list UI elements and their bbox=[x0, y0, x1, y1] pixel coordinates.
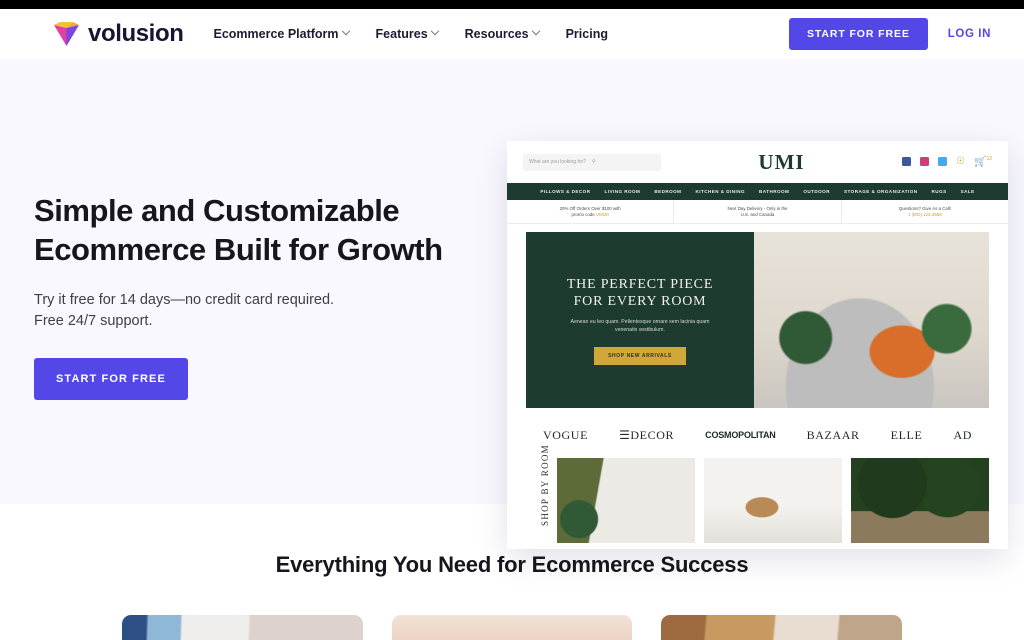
store-nav-item-bedroom[interactable]: BEDROOM bbox=[654, 189, 681, 194]
store-nav-item-pillows-decor[interactable]: PILLOWS & DECOR bbox=[540, 189, 590, 194]
hero-title-line-2: Ecommerce Built for Growth bbox=[34, 232, 443, 267]
hero-subtitle: Try it free for 14 days—no credit card r… bbox=[34, 290, 474, 332]
nav-item-resources[interactable]: Resources bbox=[464, 26, 540, 41]
room-card-1[interactable] bbox=[557, 458, 695, 543]
header-actions: START FOR FREE LOG IN bbox=[788, 18, 991, 50]
store-nav-item-bathroom[interactable]: BATHROOM bbox=[759, 189, 789, 194]
promo-support: Questions? Give As a Call! 1 (800) 123-4… bbox=[842, 200, 1008, 223]
twitter-icon[interactable] bbox=[938, 157, 948, 167]
press-logo-bazaar: BAZAAR bbox=[806, 427, 860, 442]
cart-icon[interactable]: 🛒12 bbox=[974, 156, 992, 167]
page-root: volusion Ecommerce Platform Features Res… bbox=[0, 0, 1024, 640]
chevron-down-icon bbox=[430, 26, 439, 36]
room-card-3[interactable] bbox=[851, 458, 989, 543]
press-logo-row: VOGUE ☰DECOR COSMOPOLITAN BAZAAR ELLE AD bbox=[543, 422, 972, 448]
hero-section: Simple and Customizable Ecommerce Built … bbox=[0, 59, 1024, 549]
site-header: volusion Ecommerce Platform Features Res… bbox=[0, 9, 1024, 59]
store-search-input[interactable]: What are you looking for? ⚲ bbox=[523, 153, 661, 171]
press-logo-ad: AD bbox=[953, 427, 972, 442]
promo-line-2: promo code UMI20 bbox=[571, 212, 608, 218]
instagram-icon[interactable] bbox=[920, 157, 930, 167]
hero-sub-line-1: Try it free for 14 days—no credit card r… bbox=[34, 292, 335, 308]
banner-title-line-1: THE PERFECT PIECE bbox=[566, 276, 714, 292]
store-nav-item-kitchen-dining[interactable]: KITCHEN & DINING bbox=[695, 189, 745, 194]
press-logo-elle-decor: ☰DECOR bbox=[619, 427, 675, 442]
nav-item-features[interactable]: Features bbox=[375, 26, 439, 41]
press-logo-vogue: VOGUE bbox=[543, 427, 588, 442]
store-search-placeholder: What are you looking for? bbox=[529, 159, 586, 165]
store-preview-mockup: What are you looking for? ⚲ UMI ☉ 🛒12 PI… bbox=[507, 141, 1008, 549]
store-nav-item-outdoor[interactable]: OUTDOOR bbox=[803, 189, 830, 194]
brand-logo[interactable]: volusion bbox=[54, 20, 184, 48]
hero-start-for-free-button[interactable]: START FOR FREE bbox=[34, 358, 188, 400]
press-logo-elle: ELLE bbox=[890, 427, 923, 442]
store-logo: UMI bbox=[758, 149, 805, 174]
hero-title-line-1: Simple and Customizable bbox=[34, 193, 400, 228]
cart-count-badge: 12 bbox=[986, 156, 992, 163]
promo-text: promo code bbox=[571, 211, 596, 217]
hero-copy: Simple and Customizable Ecommerce Built … bbox=[34, 59, 474, 400]
hero-title: Simple and Customizable Ecommerce Built … bbox=[34, 191, 474, 269]
store-nav: PILLOWS & DECOR LIVING ROOM BEDROOM KITC… bbox=[507, 183, 1008, 200]
store-banner-room-photo bbox=[754, 232, 989, 408]
store-nav-item-storage-organization[interactable]: STORAGE & ORGANIZATION bbox=[844, 189, 918, 194]
nav-label: Ecommerce Platform bbox=[213, 27, 339, 41]
top-black-strip bbox=[0, 0, 1024, 9]
store-nav-item-sale[interactable]: SALE bbox=[961, 189, 975, 194]
shop-by-room-section: SHOP BY ROOM bbox=[526, 444, 989, 543]
nav-label: Resources bbox=[464, 27, 529, 41]
promo-code: UMI20 bbox=[595, 211, 609, 217]
store-banner-copy: THE PERFECT PIECE FOR EVERY ROOM Aenean … bbox=[526, 232, 754, 408]
nav-label: Features bbox=[375, 27, 428, 41]
feature-card-3[interactable] bbox=[661, 615, 903, 640]
features-card-row bbox=[0, 615, 1024, 640]
start-for-free-button[interactable]: START FOR FREE bbox=[788, 18, 928, 50]
shop-by-room-text: SHOP BY ROOM bbox=[539, 444, 550, 526]
store-header-icons: ☉ 🛒12 bbox=[902, 156, 992, 168]
chevron-down-icon bbox=[341, 26, 350, 36]
search-icon[interactable]: ⚲ bbox=[592, 159, 655, 165]
promo-discount: 20% Off Orders Over $100 with promo code… bbox=[507, 200, 675, 223]
promo-delivery: Next Day Delivery - Only in the U.S. and… bbox=[674, 200, 842, 223]
feature-card-2[interactable] bbox=[391, 615, 633, 640]
store-nav-item-living-room[interactable]: LIVING ROOM bbox=[604, 189, 640, 194]
shop-by-room-label: SHOP BY ROOM bbox=[526, 444, 550, 543]
volusion-gem-logo-icon bbox=[54, 21, 79, 47]
shop-new-arrivals-button[interactable]: SHOP NEW ARRIVALS bbox=[594, 346, 686, 365]
store-banner-title: THE PERFECT PIECE FOR EVERY ROOM bbox=[567, 276, 713, 310]
nav-label: Pricing bbox=[565, 27, 608, 41]
feature-card-1[interactable] bbox=[122, 615, 363, 640]
nav-item-ecommerce-platform[interactable]: Ecommerce Platform bbox=[213, 26, 350, 41]
log-in-link[interactable]: LOG IN bbox=[948, 28, 991, 40]
room-card-2[interactable] bbox=[704, 458, 842, 543]
nav-item-pricing[interactable]: Pricing bbox=[566, 27, 608, 41]
chevron-down-icon bbox=[531, 26, 540, 36]
promo-line-2: U.S. and Canada bbox=[740, 211, 775, 217]
facebook-icon[interactable] bbox=[902, 157, 912, 167]
main-nav: Ecommerce Platform Features Resources Pr… bbox=[213, 26, 608, 41]
brand-name: volusion bbox=[88, 20, 184, 47]
store-header: What are you looking for? ⚲ UMI ☉ 🛒12 bbox=[507, 141, 1008, 183]
account-icon[interactable]: ☉ bbox=[956, 156, 965, 167]
promo-phone[interactable]: 1 (800) 123-4568 bbox=[908, 212, 942, 218]
hero-sub-line-2: Free 24/7 support. bbox=[34, 313, 153, 329]
banner-title-line-2: FOR EVERY ROOM bbox=[573, 293, 707, 309]
store-promo-bar: 20% Off Orders Over $100 with promo code… bbox=[507, 200, 1008, 224]
features-title: Everything You Need for Ecommerce Succes… bbox=[275, 552, 749, 577]
press-logo-cosmopolitan: COSMOPOLITAN bbox=[705, 430, 776, 440]
store-hero-banner: THE PERFECT PIECE FOR EVERY ROOM Aenean … bbox=[526, 232, 989, 408]
store-nav-item-rugs[interactable]: RUGS bbox=[932, 189, 947, 194]
store-banner-body: Aenean eu leo quam. Pellentesque ornare … bbox=[570, 318, 710, 333]
